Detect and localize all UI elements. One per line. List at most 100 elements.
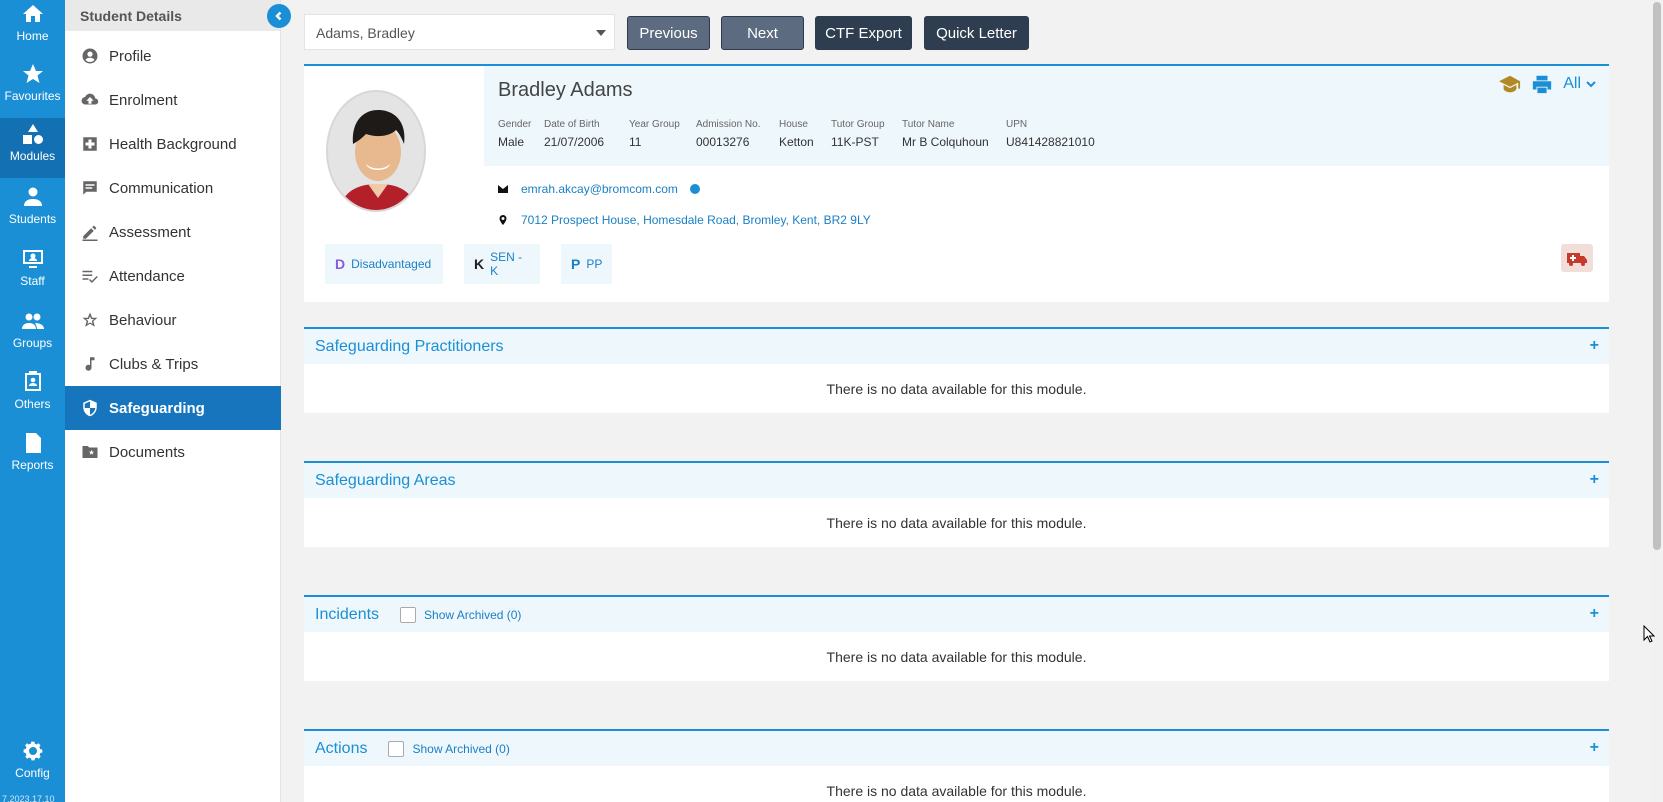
groups-icon — [21, 313, 44, 329]
staff-icon — [22, 250, 43, 268]
sidebar-item-communication[interactable]: Communication — [65, 166, 281, 210]
nav-home[interactable]: Home — [0, 0, 65, 60]
module-title: Safeguarding Practitioners — [315, 337, 504, 355]
show-archived-toggle[interactable]: Show Archived (0) — [388, 740, 510, 757]
field-house: House Ketton — [779, 119, 814, 149]
sidebar-item-attendance[interactable]: Attendance — [65, 254, 281, 298]
music-note-icon — [85, 357, 95, 371]
sidebar-item-profile[interactable]: Profile — [65, 34, 281, 78]
module-safeguarding-practitioners: Safeguarding Practitioners + There is no… — [304, 327, 1609, 413]
nav-reports[interactable]: Reports — [0, 429, 65, 489]
flag-disadvantaged[interactable]: D Disadvantaged — [325, 244, 443, 284]
add-icon[interactable]: + — [1590, 739, 1599, 757]
field-gender: Gender Male — [498, 119, 532, 149]
nav-modules[interactable]: Modules — [0, 118, 65, 178]
nav-groups[interactable]: Groups — [0, 307, 65, 367]
nav-config[interactable]: Config — [0, 737, 65, 797]
nav-favourites[interactable]: Favourites — [0, 60, 65, 120]
folder-star-icon — [82, 446, 98, 458]
student-address: 7012 Prospect House, Homesdale Road, Bro… — [498, 213, 871, 227]
student-name: Bradley Adams — [498, 79, 633, 101]
comment-icon — [83, 181, 97, 195]
previous-button[interactable]: Previous — [627, 16, 710, 50]
pen-icon — [82, 225, 98, 241]
field-upn: UPN U841428821010 — [1006, 119, 1095, 149]
module-title: Incidents — [315, 605, 380, 623]
next-button[interactable]: Next — [721, 16, 804, 50]
sidebar-item-assessment[interactable]: Assessment — [65, 210, 281, 254]
email-link[interactable]: emrah.akcay@bromcom.com — [521, 182, 678, 196]
module-incidents: Incidents Show Archived (0) + There is n… — [304, 595, 1609, 681]
collapse-sidebar-button[interactable] — [267, 4, 291, 28]
flag-pp[interactable]: P PP — [561, 244, 612, 284]
person-icon — [23, 187, 42, 206]
module-safeguarding-areas: Safeguarding Areas + There is no data av… — [304, 461, 1609, 547]
card-tools: All — [1499, 74, 1597, 94]
quick-letter-button[interactable]: Quick Letter — [924, 16, 1029, 50]
sidebar-item-health-background[interactable]: Health Background — [65, 122, 281, 166]
star-icon — [22, 64, 43, 83]
gear-icon — [23, 741, 42, 761]
field-admission-no: Admission No. 00013276 — [696, 119, 761, 149]
student-photo — [326, 90, 426, 212]
student-details-sidebar: Student Details Profile Enrolment Health… — [65, 0, 291, 802]
cloud-upload-icon — [81, 93, 99, 105]
empty-message: There is no data available for this modu… — [826, 515, 1087, 531]
sidebar-item-safeguarding[interactable]: Safeguarding — [65, 386, 281, 430]
student-select[interactable]: Adams, Bradley — [304, 14, 615, 50]
show-archived-checkbox[interactable] — [388, 740, 405, 757]
module-title: Safeguarding Areas — [315, 471, 456, 489]
sidebar-item-documents[interactable]: Documents — [65, 430, 281, 474]
module-actions: Actions Show Archived (0) + There is no … — [304, 729, 1609, 802]
empty-message: There is no data available for this modu… — [826, 783, 1087, 799]
page-scrollbar[interactable] — [1651, 0, 1663, 802]
sidebar-item-clubs-trips[interactable]: Clubs & Trips — [65, 342, 281, 386]
field-year-group: Year Group 11 — [629, 119, 680, 149]
nav-staff[interactable]: Staff — [0, 245, 65, 305]
add-icon[interactable]: + — [1590, 605, 1599, 623]
shield-icon — [83, 399, 97, 417]
show-archived-checkbox[interactable] — [400, 606, 417, 623]
sidebar-item-enrolment[interactable]: Enrolment — [65, 78, 281, 122]
printer-icon[interactable] — [1531, 74, 1553, 94]
view-filter-dropdown[interactable]: All — [1563, 75, 1597, 93]
checklist-icon — [82, 270, 98, 283]
chevron-down-icon — [1586, 81, 1596, 88]
medical-plus-icon — [83, 137, 97, 151]
modules-icon — [22, 124, 43, 144]
student-summary-card: Bradley Adams Gender Male Date of Birth … — [304, 64, 1609, 302]
info-icon[interactable] — [689, 184, 700, 194]
map-pin-icon — [499, 215, 507, 225]
address-link[interactable]: 7012 Prospect House, Homesdale Road, Bro… — [521, 213, 871, 227]
student-info-band — [484, 66, 1609, 166]
home-icon — [22, 5, 43, 22]
main-nav-rail: Home Favourites Modules Students Staff G… — [0, 0, 65, 802]
envelope-icon — [498, 185, 508, 193]
scrollbar-thumb[interactable] — [1653, 2, 1661, 550]
version-label: 7.2023.17.10 — [2, 794, 55, 802]
field-date-of-birth: Date of Birth 21/07/2006 — [544, 119, 605, 149]
empty-message: There is no data available for this modu… — [826, 381, 1087, 397]
report-icon — [25, 433, 41, 453]
contact-card-icon — [24, 371, 41, 391]
flag-sen[interactable]: K SEN - K — [464, 244, 540, 284]
ambulance-alert-button[interactable] — [1561, 244, 1593, 272]
empty-message: There is no data available for this modu… — [826, 649, 1087, 665]
sidebar-item-behaviour[interactable]: Behaviour — [65, 298, 281, 342]
ctf-export-button[interactable]: CTF Export — [815, 16, 912, 50]
dropdown-caret-icon — [596, 30, 606, 36]
nav-students[interactable]: Students — [0, 183, 65, 243]
graduation-cap-icon[interactable] — [1499, 74, 1521, 94]
show-archived-toggle[interactable]: Show Archived (0) — [400, 606, 521, 623]
mouse-cursor-icon — [1643, 625, 1655, 643]
add-icon[interactable]: + — [1590, 471, 1599, 489]
field-tutor-group: Tutor Group 11K-PST — [831, 119, 885, 149]
add-icon[interactable]: + — [1590, 337, 1599, 355]
sidebar-title: Student Details — [65, 0, 280, 31]
field-tutor-name: Tutor Name Mr B Colquhoun — [902, 119, 989, 149]
ambulance-icon — [1567, 253, 1587, 266]
nav-others[interactable]: Others — [0, 368, 65, 428]
star-outline-icon — [82, 312, 98, 327]
profile-icon — [82, 48, 98, 64]
module-title: Actions — [315, 739, 368, 757]
